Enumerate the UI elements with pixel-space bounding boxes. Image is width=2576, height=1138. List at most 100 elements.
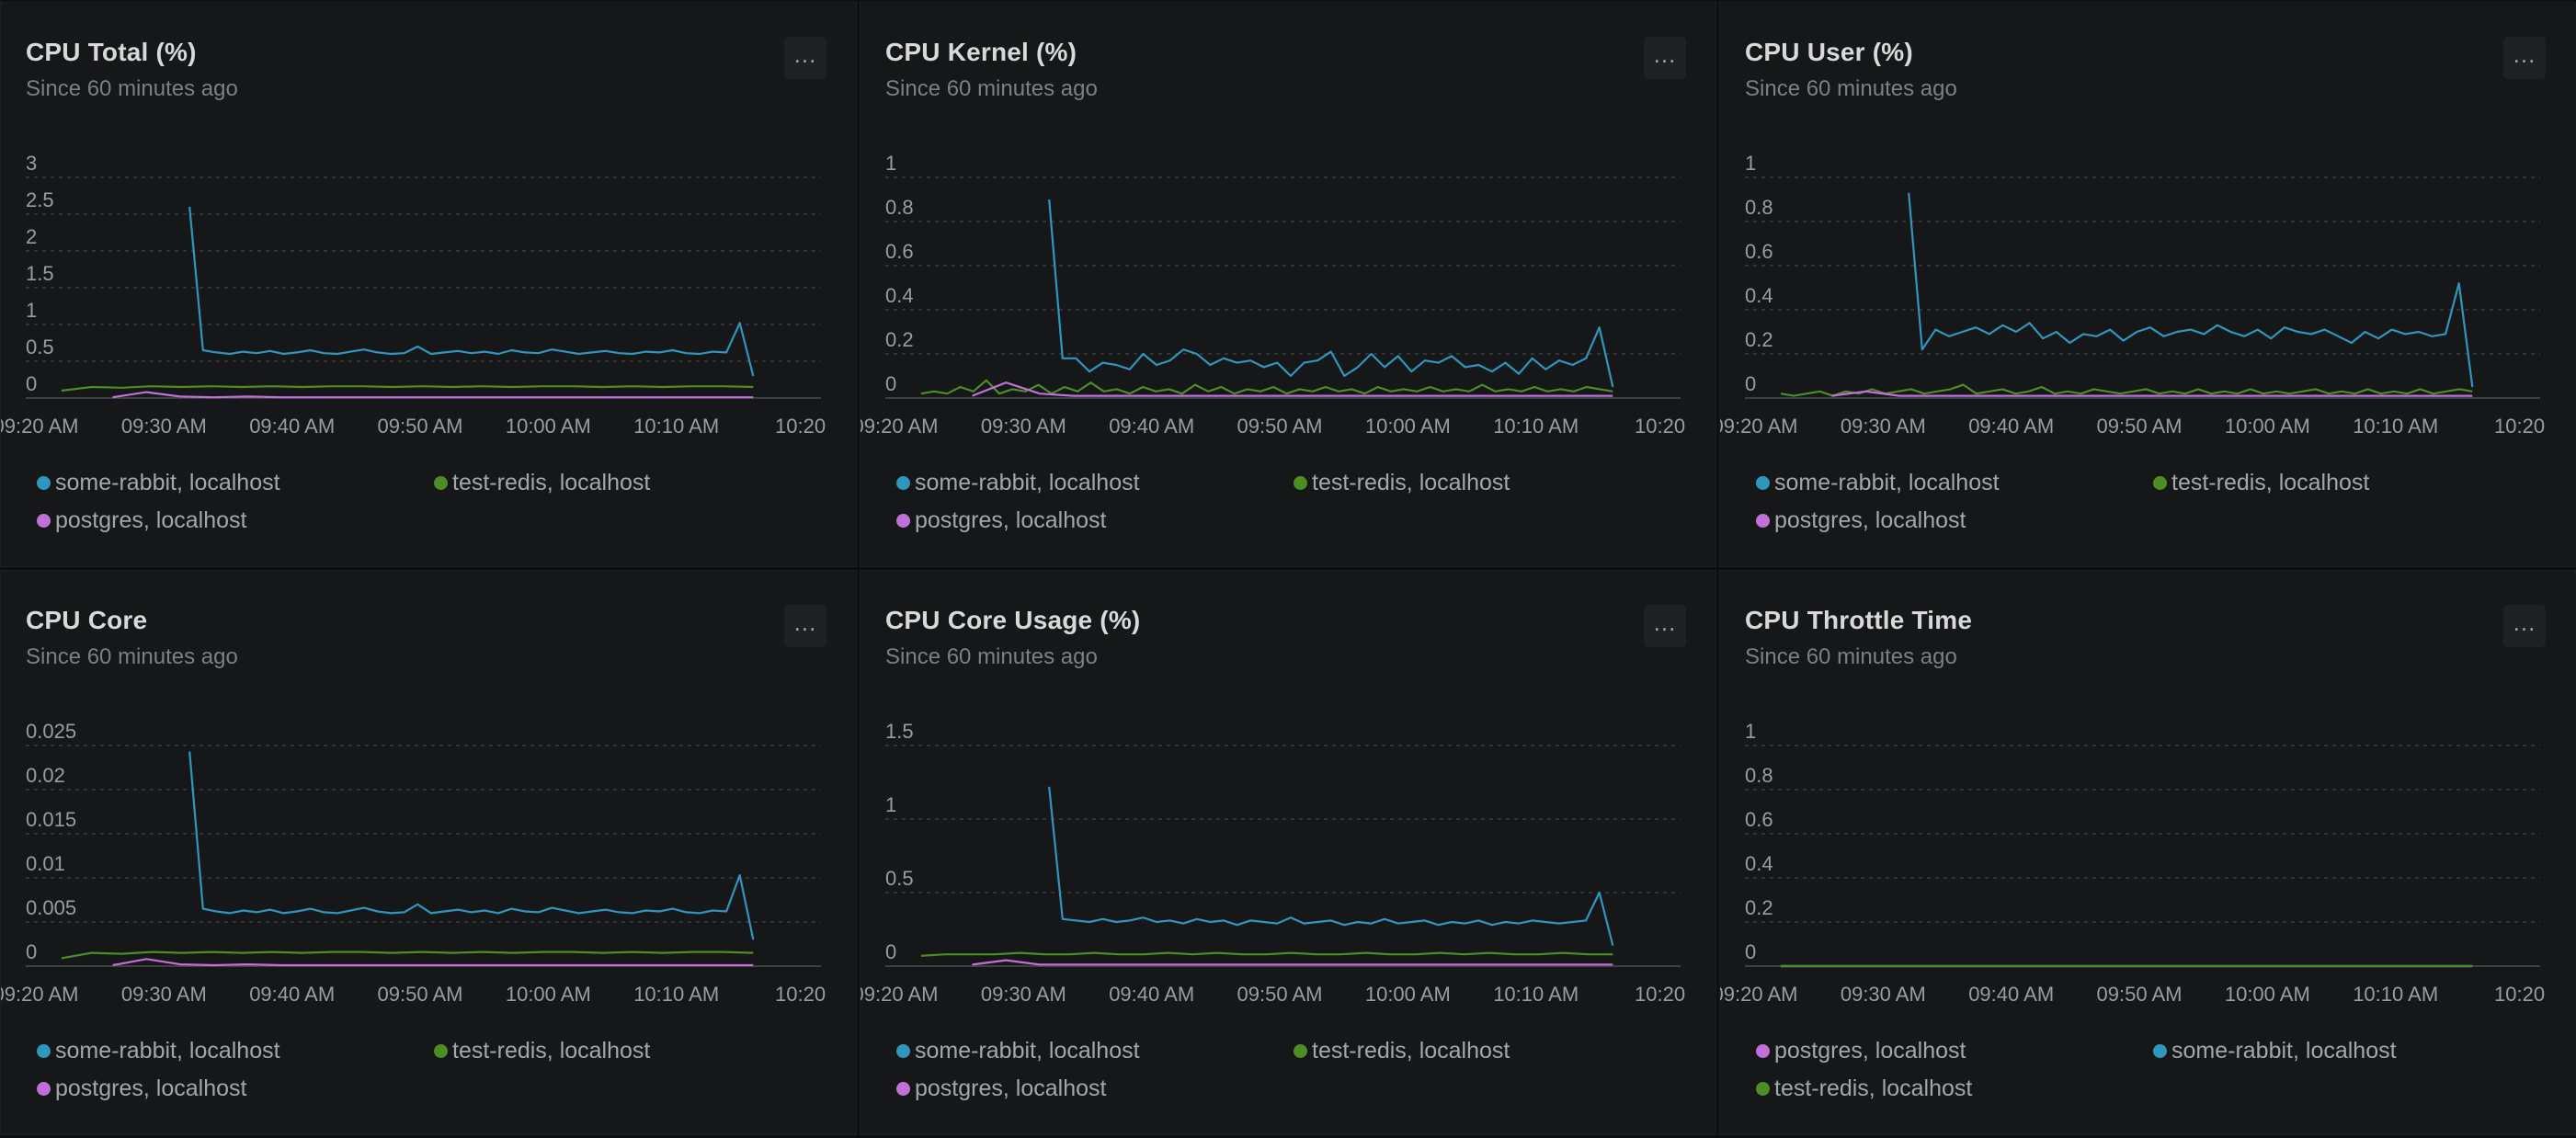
- legend-label: postgres, localhost: [55, 1075, 247, 1101]
- y-tick-label: 0: [885, 372, 896, 395]
- line-chart: 1 0.8 0.6 0.4 0.2 0 09:20 AM 09:30 AM 09:40 AM 09…: [861, 152, 1685, 438]
- x-tick-label: 09:50 AM: [378, 983, 463, 1006]
- x-tick-label: 09:20 AM: [1720, 983, 1797, 1006]
- x-tick-label: 09:20 AM: [1, 983, 78, 1006]
- x-tick-label: 09:50 AM: [2097, 983, 2183, 1006]
- x-tick-label: 10:00 AM: [2225, 415, 2310, 438]
- legend-swatch-icon: [1756, 1044, 1770, 1058]
- x-tick-label: 09:30 AM: [121, 983, 207, 1006]
- y-tick-label: 0.6: [885, 240, 914, 263]
- legend-item[interactable]: some-rabbit, localhost: [37, 470, 434, 496]
- legend-label: some-rabbit, localhost: [915, 470, 1140, 495]
- legend-label: test-redis, localhost: [452, 1038, 651, 1064]
- legend-item[interactable]: test-redis, localhost: [1756, 1075, 2153, 1102]
- x-tick-label: 09:20 AM: [861, 415, 938, 438]
- legend-item[interactable]: postgres, localhost: [37, 507, 434, 534]
- legend-item[interactable]: postgres, localhost: [1756, 507, 2153, 534]
- x-tick-label: 09:40 AM: [1968, 983, 2054, 1006]
- legend-label: test-redis, localhost: [2171, 470, 2370, 495]
- x-tick-label: 10:20: [775, 983, 826, 1006]
- legend-swatch-icon: [896, 1082, 910, 1096]
- legend-label: some-rabbit, localhost: [2171, 1038, 2397, 1064]
- series-line-3: [112, 958, 754, 967]
- x-tick-label: 09:30 AM: [1841, 415, 1926, 438]
- x-tick-label: 10:00 AM: [506, 983, 591, 1006]
- legend-swatch-icon: [434, 1044, 448, 1058]
- y-tick-label: 0.4: [1745, 852, 1773, 875]
- x-tick-label: 09:30 AM: [981, 983, 1066, 1006]
- series-line-2: [61, 950, 754, 960]
- y-tick-label: 1.5: [26, 262, 54, 285]
- series-line-2: [920, 379, 1613, 395]
- y-tick-label: 0.5: [885, 867, 914, 890]
- legend-label: postgres, localhost: [1774, 1038, 1966, 1064]
- legend-item[interactable]: postgres, localhost: [896, 507, 1294, 534]
- chart-panel-cpu-total: CPU Total (%) Since 60 minutes ago ... 3…: [0, 2, 857, 567]
- legend: some-rabbit, localhost test-redis, localh…: [1756, 470, 2565, 534]
- y-tick-label: 0.6: [1745, 240, 1773, 263]
- y-tick-label: 0.8: [1745, 764, 1773, 787]
- legend-swatch-icon: [1294, 476, 1307, 490]
- legend: some-rabbit, localhost test-redis, localh…: [896, 470, 1705, 534]
- x-tick-label: 09:50 AM: [2097, 415, 2183, 438]
- x-tick-label: 09:20 AM: [1, 415, 78, 438]
- legend-label: some-rabbit, localhost: [915, 1038, 1140, 1064]
- series-line-3: [972, 959, 1613, 966]
- legend-item[interactable]: some-rabbit, localhost: [896, 1038, 1294, 1064]
- y-tick-label: 1.5: [885, 720, 914, 743]
- y-tick-label: 0: [1745, 940, 1756, 963]
- legend-swatch-icon: [896, 514, 910, 528]
- legend: some-rabbit, localhost test-redis, localh…: [896, 1038, 1705, 1102]
- x-tick-label: 10:10 AM: [2353, 415, 2438, 438]
- legend-label: test-redis, localhost: [1312, 470, 1510, 495]
- x-tick-label: 10:10 AM: [1493, 415, 1579, 438]
- legend-item[interactable]: test-redis, localhost: [2153, 470, 2550, 496]
- series-line-1: [188, 206, 755, 377]
- x-tick-label: 09:30 AM: [981, 415, 1066, 438]
- legend-item[interactable]: test-redis, localhost: [434, 470, 831, 496]
- legend-item[interactable]: test-redis, localhost: [434, 1038, 831, 1064]
- line-chart: 1.5 1 0.5 0 09:20 AM 09:30 AM 09:40 AM 09:50 AM…: [861, 720, 1685, 1006]
- legend-label: test-redis, localhost: [452, 470, 651, 495]
- legend-label: some-rabbit, localhost: [1774, 470, 2000, 495]
- legend-swatch-icon: [37, 1044, 51, 1058]
- chart-panel-cpu-throttle-time: CPU Throttle Time Since 60 minutes ago .…: [1719, 570, 2576, 1135]
- x-tick-label: 10:20: [2494, 415, 2545, 438]
- line-chart: 1 0.8 0.6 0.4 0.2 0 09:20 AM 09:30 AM 09:40 AM 09…: [1720, 720, 2545, 1006]
- y-tick-label: 0.2: [1745, 328, 1773, 351]
- legend-item[interactable]: some-rabbit, localhost: [1756, 470, 2153, 496]
- chart-panel-cpu-core: CPU Core Since 60 minutes ago ... 0.025 0…: [0, 570, 857, 1135]
- y-tick-label: 0.015: [26, 808, 76, 831]
- legend-item[interactable]: test-redis, localhost: [1294, 1038, 1691, 1064]
- legend-item[interactable]: some-rabbit, localhost: [37, 1038, 434, 1064]
- y-tick-label: 0: [26, 940, 37, 963]
- y-tick-label: 0.8: [1745, 196, 1773, 219]
- x-tick-label: 10:20: [1635, 983, 1685, 1006]
- legend-label: postgres, localhost: [55, 507, 247, 533]
- legend-item[interactable]: some-rabbit, localhost: [896, 470, 1294, 496]
- legend-item[interactable]: postgres, localhost: [896, 1075, 1294, 1102]
- legend-item[interactable]: postgres, localhost: [37, 1075, 434, 1102]
- x-tick-label: 10:00 AM: [506, 415, 591, 438]
- series-line-2: [920, 951, 1613, 957]
- x-tick-label: 09:20 AM: [861, 983, 938, 1006]
- legend: postgres, localhost some-rabbit, localhos…: [1756, 1038, 2565, 1102]
- legend-swatch-icon: [2153, 1044, 2167, 1058]
- y-tick-label: 0.8: [885, 196, 914, 219]
- legend-swatch-icon: [2153, 476, 2167, 490]
- legend-item[interactable]: test-redis, localhost: [1294, 470, 1691, 496]
- x-tick-label: 09:50 AM: [1237, 415, 1323, 438]
- legend-swatch-icon: [37, 476, 51, 490]
- x-tick-label: 10:20: [775, 415, 826, 438]
- y-tick-label: 0.4: [1745, 284, 1773, 307]
- legend-item[interactable]: postgres, localhost: [1756, 1038, 2153, 1064]
- legend-item[interactable]: some-rabbit, localhost: [2153, 1038, 2550, 1064]
- legend-label: some-rabbit, localhost: [55, 1038, 280, 1064]
- x-tick-label: 10:00 AM: [2225, 983, 2310, 1006]
- x-tick-label: 10:00 AM: [1365, 983, 1451, 1006]
- legend-swatch-icon: [896, 1044, 910, 1058]
- legend-swatch-icon: [434, 476, 448, 490]
- legend-swatch-icon: [1294, 1044, 1307, 1058]
- y-tick-label: 0: [885, 940, 896, 963]
- dashboard-grid: CPU Total (%) Since 60 minutes ago ... 3…: [0, 0, 2576, 1138]
